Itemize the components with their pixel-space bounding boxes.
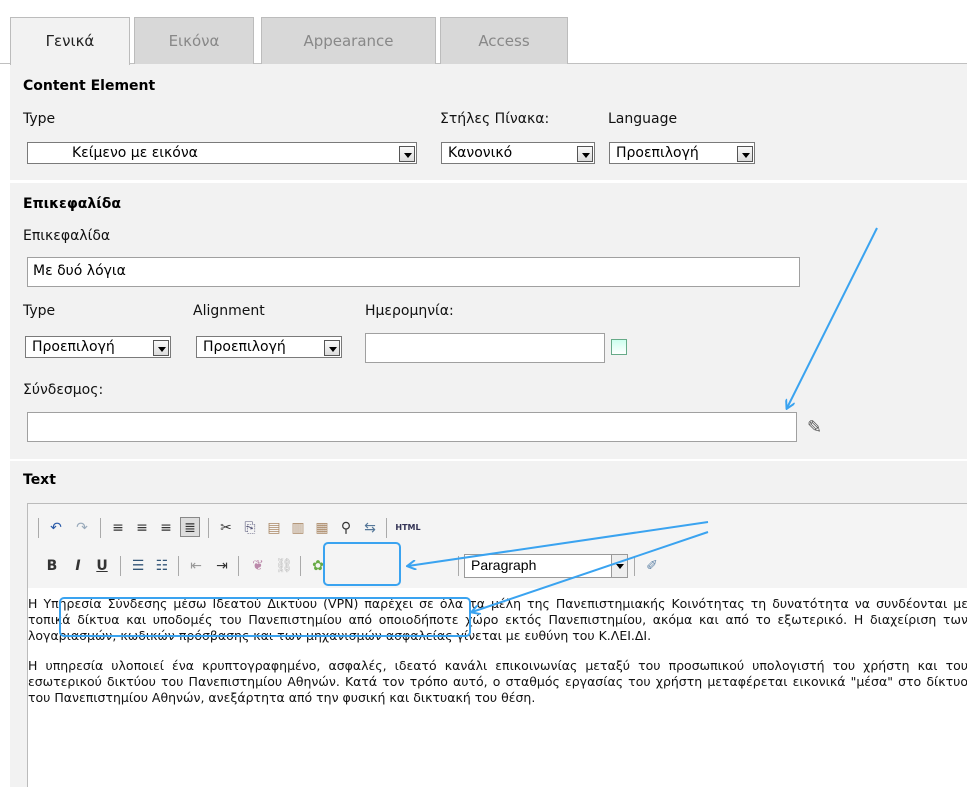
toolbar-separator — [120, 556, 121, 576]
header-section-title: Επικεφαλίδα — [23, 196, 121, 212]
toolbar-separator — [38, 518, 39, 538]
bold-button[interactable]: B — [42, 556, 62, 576]
language-label: Language — [608, 111, 678, 127]
header-section: Επικεφαλίδα Επικεφαλίδα Με δυό λόγια Typ… — [10, 183, 967, 459]
content-element-section: Content Element Type Κείμενο με εικόνα Σ… — [10, 64, 967, 180]
undo-icon[interactable]: ↶ — [46, 518, 66, 538]
editor-paragraph: Η Υπηρεσία Σύνδεσης μέσω Ιδεατού Δικτύου… — [28, 596, 967, 643]
toolbar-separator — [386, 518, 387, 538]
format-value: Paragraph — [471, 557, 537, 573]
format-select[interactable]: Paragraph — [464, 554, 628, 578]
indent-icon[interactable]: ⇥ — [212, 556, 232, 576]
toolbar-separator — [178, 556, 179, 576]
align-center-icon[interactable]: ≡ — [132, 518, 152, 538]
find-replace-icon[interactable]: ⇆ — [360, 518, 380, 538]
italic-button[interactable]: I — [68, 556, 88, 576]
cut-icon[interactable]: ✂ — [216, 518, 236, 538]
toolbar-separator — [634, 556, 635, 576]
content-type-value: Κείμενο με εικόνα — [72, 145, 198, 161]
type-label: Type — [23, 111, 56, 127]
bullet-list-icon[interactable]: ☰ — [128, 556, 148, 576]
header-type-value: Προεπιλογή — [32, 339, 115, 355]
content-type-select[interactable]: Κείμενο με εικόνα — [27, 142, 417, 164]
toolbar-separator — [100, 518, 101, 538]
outdent-icon[interactable]: ⇤ — [186, 556, 206, 576]
alignment-label: Alignment — [193, 303, 265, 319]
table-columns-select[interactable]: Κανονικό — [441, 142, 595, 164]
paste-word-icon[interactable]: ▦ — [312, 518, 332, 538]
header-input[interactable]: Με δυό λόγια — [27, 257, 800, 287]
chevron-down-icon[interactable] — [399, 146, 415, 162]
numbered-list-icon[interactable]: ☷ — [152, 556, 172, 576]
redo-icon[interactable]: ↷ — [72, 518, 92, 538]
tab-appearance[interactable]: Appearance — [261, 17, 436, 64]
toolbar-separator — [208, 518, 209, 538]
toolbar-separator — [238, 556, 239, 576]
table-columns-value: Κανονικό — [448, 145, 513, 161]
html-source-button[interactable]: HTML — [392, 518, 424, 538]
insert-link-icon[interactable]: ❦ — [248, 556, 268, 576]
link-wizard-icon[interactable]: ✎ — [807, 417, 822, 438]
paste-text-icon[interactable]: ▥ — [288, 518, 308, 538]
paste-icon[interactable]: ▤ — [264, 518, 284, 538]
alignment-value: Προεπιλογή — [203, 339, 286, 355]
align-justify-icon[interactable]: ≣ — [180, 517, 200, 537]
rich-text-editor[interactable]: ↶ ↷ ≡ ≡ ≡ ≣ ✂ ⎘ ▤ ▥ ▦ ⚲ ⇆ HTML B I U ☰ ☷… — [27, 503, 967, 787]
editor-paragraph: Η υπηρεσία υλοποιεί ένα κρυπτογραφημένο,… — [28, 658, 967, 705]
tab-general[interactable]: Γενικά — [10, 17, 130, 65]
table-columns-label: Στήλες Πίνακα: — [440, 111, 550, 127]
date-label: Ημερομηνία: — [365, 303, 454, 319]
tab-image[interactable]: Εικόνα — [134, 17, 254, 64]
tab-bar: Γενικά Εικόνα Appearance Access — [0, 0, 967, 65]
editor-body[interactable]: Η Υπηρεσία Σύνδεσης μέσω Ιδεατού Δικτύου… — [28, 592, 967, 720]
chevron-down-icon[interactable] — [153, 340, 169, 356]
header-type-label: Type — [23, 303, 56, 319]
language-value: Προεπιλογή — [616, 145, 699, 161]
chevron-down-icon[interactable] — [737, 146, 753, 162]
link-label: Σύνδεσμος: — [23, 382, 104, 398]
alignment-select[interactable]: Προεπιλογή — [196, 336, 342, 358]
align-left-icon[interactable]: ≡ — [108, 518, 128, 538]
header-label: Επικεφαλίδα — [23, 228, 111, 244]
edit-content-icon[interactable]: ✐ — [642, 556, 662, 576]
chevron-down-icon[interactable] — [577, 146, 593, 162]
date-input[interactable] — [365, 333, 605, 363]
insert-image-icon[interactable]: ✿ — [308, 556, 328, 576]
find-icon[interactable]: ⚲ — [336, 518, 356, 538]
text-section-title: Text — [23, 472, 56, 488]
underline-button[interactable]: U — [92, 556, 112, 576]
header-type-select[interactable]: Προεπιλογή — [25, 336, 171, 358]
calendar-icon[interactable] — [611, 339, 627, 355]
language-select[interactable]: Προεπιλογή — [609, 142, 755, 164]
unlink-icon[interactable]: ⛓ — [274, 556, 294, 576]
link-input[interactable] — [27, 412, 797, 442]
align-right-icon[interactable]: ≡ — [156, 518, 176, 538]
chevron-down-icon[interactable] — [611, 555, 627, 577]
content-element-title: Content Element — [23, 78, 156, 94]
copy-icon[interactable]: ⎘ — [240, 518, 260, 538]
toolbar-separator — [458, 556, 459, 576]
chevron-down-icon[interactable] — [324, 340, 340, 356]
toolbar-separator — [300, 556, 301, 576]
tab-access[interactable]: Access — [440, 17, 568, 64]
